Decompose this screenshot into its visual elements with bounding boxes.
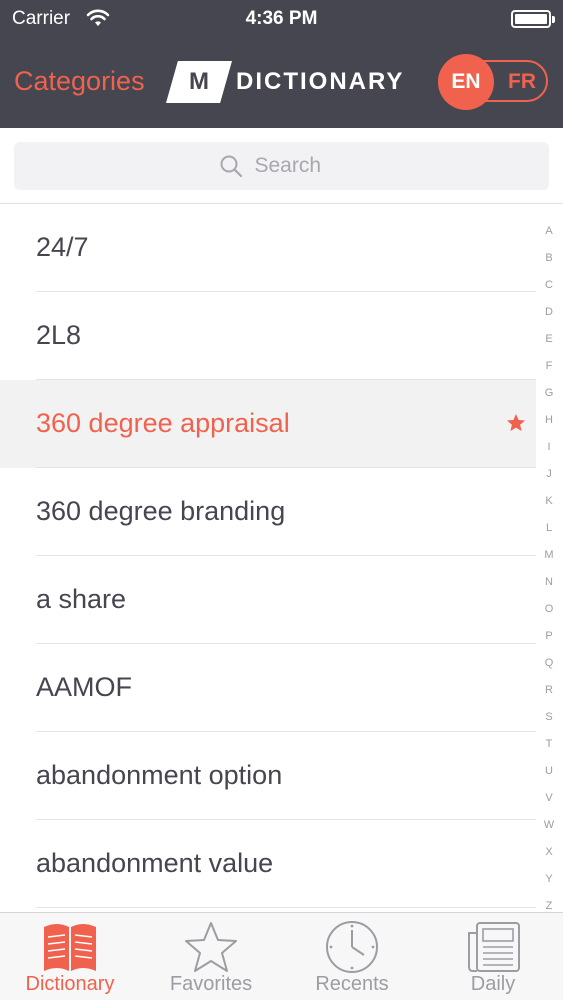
list-item[interactable]: 360 degree branding bbox=[0, 468, 536, 556]
entry-term: a share bbox=[36, 584, 127, 614]
entry-term: 2L8 bbox=[36, 320, 82, 350]
favorite-star-icon[interactable] bbox=[506, 413, 526, 433]
index-letter[interactable]: C bbox=[545, 272, 553, 299]
list-item[interactable]: abandonment value bbox=[0, 820, 536, 908]
index-letter[interactable]: J bbox=[546, 461, 552, 488]
index-letter[interactable]: A bbox=[545, 218, 552, 245]
list-item[interactable]: a share bbox=[0, 556, 536, 644]
row-divider bbox=[36, 907, 536, 908]
search-icon bbox=[220, 155, 242, 178]
tab-recents[interactable]: Recents bbox=[282, 913, 422, 1000]
list-item[interactable]: 24/7 bbox=[0, 204, 536, 292]
logo-word: DICTIONARY bbox=[236, 68, 405, 95]
index-letter[interactable]: V bbox=[545, 785, 552, 812]
logo-mark: M bbox=[166, 61, 232, 103]
battery-icon bbox=[511, 10, 555, 28]
index-letter[interactable]: O bbox=[545, 596, 554, 623]
entry-term: AAMOF bbox=[36, 672, 133, 702]
index-letter[interactable]: N bbox=[545, 569, 553, 596]
index-letter[interactable]: X bbox=[545, 839, 552, 866]
tab-dictionary[interactable]: Dictionary bbox=[0, 913, 140, 1000]
book-icon bbox=[44, 924, 96, 971]
entry-term: 360 degree appraisal bbox=[36, 408, 290, 438]
list-item[interactable]: 2L8 bbox=[0, 292, 536, 380]
entry-term: 360 degree branding bbox=[36, 496, 286, 526]
index-letter[interactable]: Q bbox=[545, 650, 554, 677]
index-letter[interactable]: H bbox=[545, 407, 553, 434]
list-item[interactable]: abandonment option bbox=[0, 732, 536, 820]
tab-bar: Dictionary Favorites Recents Daily bbox=[0, 912, 563, 1000]
index-letter[interactable]: F bbox=[546, 353, 553, 380]
entry-term: 24/7 bbox=[36, 232, 89, 262]
index-letter[interactable]: K bbox=[545, 488, 552, 515]
tab-label: Recents bbox=[315, 973, 389, 995]
entry-list: 24/7 2L8 360 degree appraisal 360 degree br… bbox=[0, 204, 536, 910]
tab-label: Daily bbox=[470, 973, 516, 995]
list-item[interactable]: 360 degree appraisal bbox=[0, 380, 536, 468]
index-letter[interactable]: I bbox=[547, 434, 550, 461]
newspaper-icon bbox=[468, 922, 520, 972]
index-letter[interactable]: T bbox=[546, 731, 553, 758]
categories-button[interactable]: Categories bbox=[14, 66, 145, 97]
alpha-index[interactable]: ABCDEFGHIJKLMNOPQRSTUVWXYZ bbox=[536, 218, 562, 912]
header: Carrier 4:36 PM Categories M DICTIONARY … bbox=[0, 0, 563, 128]
index-letter[interactable]: S bbox=[545, 704, 552, 731]
tab-label: Dictionary bbox=[25, 973, 115, 995]
language-toggle[interactable]: EN FR bbox=[438, 54, 548, 110]
index-letter[interactable]: E bbox=[545, 326, 552, 353]
tab-favorites[interactable]: Favorites bbox=[141, 913, 281, 1000]
search-input[interactable] bbox=[254, 154, 345, 178]
index-letter[interactable]: Y bbox=[545, 866, 552, 893]
index-letter[interactable]: P bbox=[545, 623, 552, 650]
search-bar bbox=[0, 128, 563, 204]
app-logo: M DICTIONARY bbox=[166, 60, 404, 104]
entry-term: abandonment option bbox=[36, 760, 283, 790]
lang-en-button[interactable]: EN bbox=[438, 54, 494, 110]
index-letter[interactable]: L bbox=[546, 515, 552, 542]
index-letter[interactable]: B bbox=[545, 245, 552, 272]
star-icon bbox=[185, 922, 237, 972]
lang-fr-button[interactable]: FR bbox=[508, 70, 536, 94]
list-item[interactable]: AAMOF bbox=[0, 644, 536, 732]
search-field[interactable] bbox=[14, 142, 549, 190]
clock-time: 4:36 PM bbox=[245, 8, 318, 29]
clock-icon bbox=[326, 921, 378, 973]
index-letter[interactable]: U bbox=[545, 758, 553, 785]
index-letter[interactable]: W bbox=[544, 812, 554, 839]
index-letter[interactable]: G bbox=[545, 380, 554, 407]
index-letter[interactable]: M bbox=[544, 542, 553, 569]
tab-daily[interactable]: Daily bbox=[423, 913, 563, 1000]
index-letter[interactable]: D bbox=[545, 299, 553, 326]
status-bar: Carrier 4:36 PM bbox=[0, 0, 563, 40]
nav-bar: Categories M DICTIONARY EN FR bbox=[0, 40, 563, 128]
entry-term: abandonment value bbox=[36, 848, 274, 878]
index-letter[interactable]: R bbox=[545, 677, 553, 704]
tab-label: Favorites bbox=[169, 973, 253, 995]
